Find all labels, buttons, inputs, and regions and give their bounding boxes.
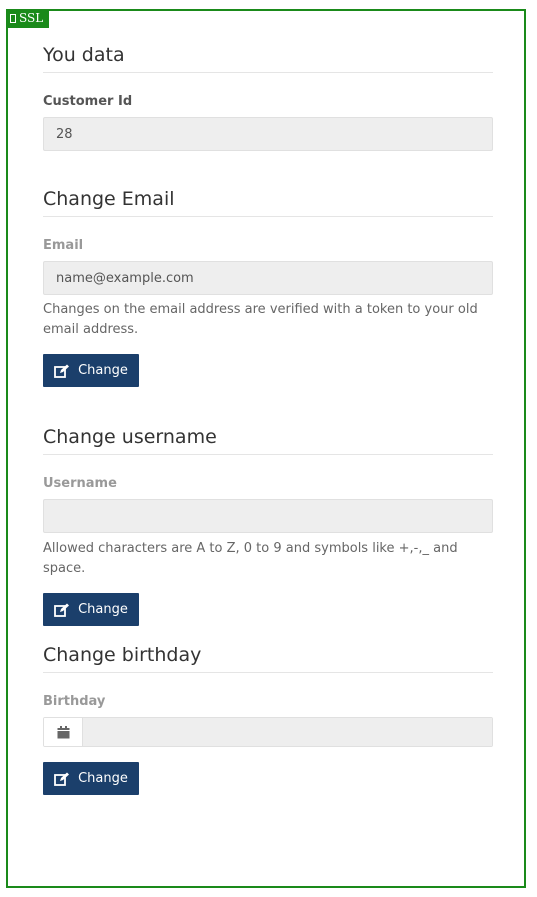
birthday-field[interactable] [83,718,492,746]
change-birthday-title: Change birthday [43,641,493,673]
change-email-button-label: Change [78,363,128,378]
customer-id-label: Customer Id [43,94,133,109]
edit-icon [54,603,70,617]
change-username-title: Change username [43,423,493,455]
edit-icon [54,772,70,786]
customer-id-value: 28 [56,126,73,142]
change-email-section: Change Email Email name@example.com Chan… [43,185,493,423]
username-label: Username [43,476,117,491]
calendar-icon [57,725,69,738]
customer-id-field: 28 [43,117,493,151]
profile-content: You data Customer Id 28 Change Email Ema… [43,38,493,795]
email-label: Email [43,238,84,253]
lock-icon [10,14,16,23]
your-data-section: You data Customer Id 28 [43,41,493,185]
ssl-label: SSL [19,11,44,25]
username-field[interactable] [43,499,493,533]
change-email-title: Change Email [43,185,493,217]
change-birthday-section: Change birthday Birthday Change [43,641,493,795]
change-username-button[interactable]: Change [43,593,139,626]
calendar-button[interactable] [44,718,83,746]
username-help-text: Allowed characters are A to Z, 0 to 9 an… [43,541,458,576]
email-value: name@example.com [56,270,194,286]
email-help-text: Changes on the email address are verifie… [43,302,478,337]
change-birthday-button-label: Change [78,771,128,786]
change-username-button-label: Change [78,602,128,617]
email-field[interactable]: name@example.com [43,261,493,295]
your-data-title: You data [43,41,493,73]
ssl-badge: SSL [6,9,50,28]
change-birthday-button[interactable]: Change [43,762,139,795]
change-email-button[interactable]: Change [43,354,139,387]
birthday-label: Birthday [43,694,106,709]
change-username-section: Change username Username Allowed charact… [43,423,493,641]
birthday-date-picker[interactable] [43,717,493,747]
edit-icon [54,364,70,378]
